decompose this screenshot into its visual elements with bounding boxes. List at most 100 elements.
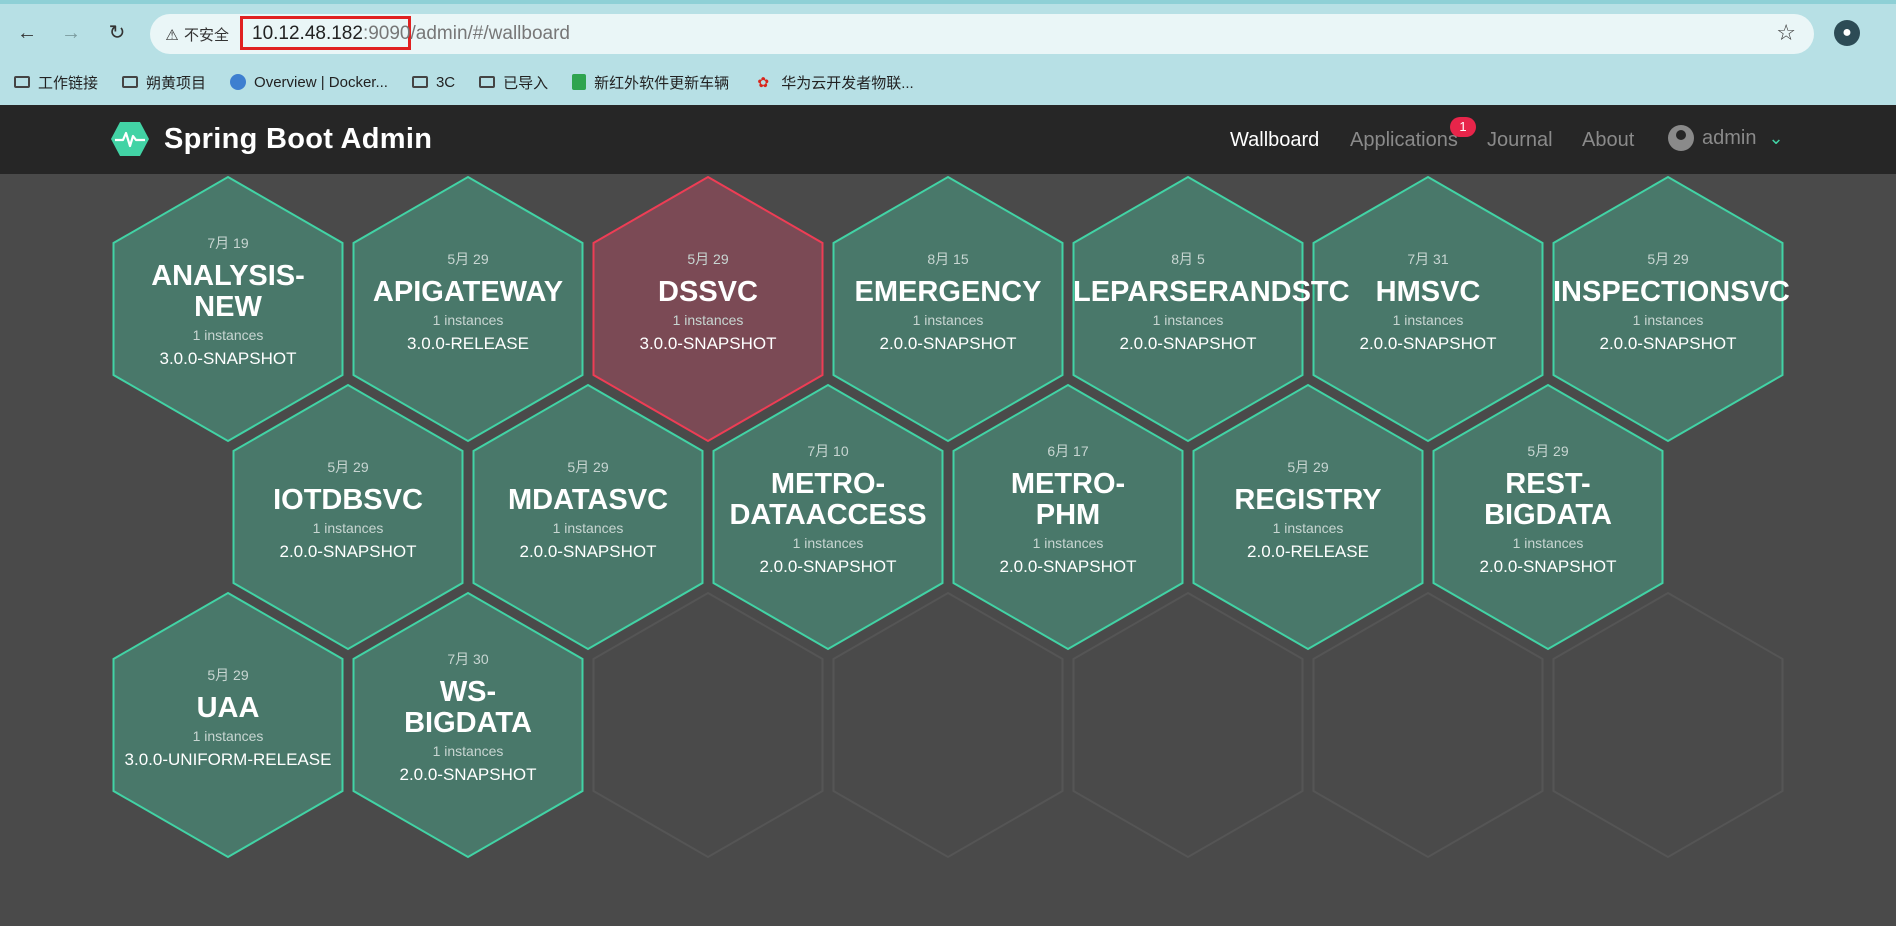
application-version: 2.0.0-SNAPSHOT bbox=[1479, 557, 1617, 576]
bookmark-item[interactable]: 新红外软件更新车辆 bbox=[572, 70, 729, 94]
application-date: 5月 29 bbox=[1527, 443, 1569, 459]
application-instances: 1 instances bbox=[432, 743, 504, 759]
application-instances: 1 instances bbox=[792, 535, 864, 551]
application-name: WS- BIGDATA bbox=[404, 676, 532, 739]
nav-journal[interactable]: Journal bbox=[1487, 129, 1553, 152]
application-instances: 1 instances bbox=[1512, 535, 1584, 551]
application-name: REGISTRY bbox=[1234, 484, 1382, 516]
security-label: 不安全 bbox=[184, 27, 230, 44]
application-instances: 1 instances bbox=[1032, 535, 1104, 551]
bookmark-label: 华为云开发者物联... bbox=[781, 74, 914, 92]
application-card[interactable]: 7月 31 HMSVC 1 instances 2.0.0-SNAPSHOT bbox=[1313, 249, 1543, 354]
application-card[interactable]: 7月 10 METRO- DATAACCESS 1 instances 2.0.0-S… bbox=[713, 441, 943, 577]
reload-icon[interactable]: ↻ bbox=[106, 22, 128, 44]
profile-avatar-icon[interactable]: ● bbox=[1834, 20, 1860, 46]
application-instances: 1 instances bbox=[912, 312, 984, 328]
application-date: 5月 29 bbox=[1287, 459, 1329, 475]
folder-icon bbox=[411, 76, 428, 88]
empty-hex bbox=[592, 591, 824, 859]
application-card[interactable]: 5月 29 DSSVC 1 instances 3.0.0-SNAPSHOT bbox=[593, 249, 823, 354]
application-version: 3.0.0-RELEASE bbox=[407, 334, 529, 353]
browser-chrome: ← → ↻ ⚠ 不安全 10.12.48.182:9090/admin/#/wal… bbox=[0, 0, 1896, 105]
forward-icon[interactable]: → bbox=[60, 22, 82, 44]
application-name: REST- BIGDATA bbox=[1484, 468, 1612, 531]
application-date: 5月 29 bbox=[687, 251, 729, 267]
application-version: 2.0.0-SNAPSHOT bbox=[399, 765, 537, 784]
application-date: 8月 15 bbox=[927, 251, 969, 267]
bookmark-item[interactable]: 朔黄项目 bbox=[122, 70, 206, 94]
application-instances: 1 instances bbox=[1272, 520, 1344, 536]
application-version: 3.0.0-SNAPSHOT bbox=[159, 349, 297, 368]
empty-hex bbox=[1312, 591, 1544, 859]
bookmark-label: Overview | Docker... bbox=[254, 73, 388, 91]
application-name: UAA bbox=[196, 692, 260, 724]
application-instances: 1 instances bbox=[1392, 312, 1464, 328]
application-date: 5月 29 bbox=[1647, 251, 1689, 267]
application-date: 7月 19 bbox=[207, 235, 249, 251]
application-version: 3.0.0-SNAPSHOT bbox=[639, 334, 777, 353]
application-instances: 1 instances bbox=[312, 520, 384, 536]
bookmark-item[interactable]: 工作链接 bbox=[14, 70, 98, 94]
application-date: 7月 30 bbox=[447, 651, 489, 667]
application-instances: 1 instances bbox=[1632, 312, 1704, 328]
application-name: DSSVC bbox=[658, 276, 758, 308]
application-name: EMERGENCY bbox=[854, 276, 1042, 308]
folder-icon bbox=[479, 76, 496, 88]
application-version: 3.0.0-UNIFORM-RELEASE bbox=[124, 750, 332, 769]
bookmark-item[interactable]: ✿ 华为云开发者物联... bbox=[753, 70, 914, 94]
application-card[interactable]: 5月 29 MDATASVC 1 instances 2.0.0-SNAPSHOT bbox=[473, 457, 703, 562]
application-name: APIGATEWAY bbox=[372, 276, 564, 308]
application-name: METRO- PHM bbox=[1010, 468, 1126, 531]
folder-icon bbox=[14, 76, 30, 88]
security-indicator[interactable]: ⚠ 不安全 bbox=[164, 24, 229, 45]
application-card[interactable]: 5月 29 INSPECTIONSVC 1 instances 2.0.0-SNAPS… bbox=[1553, 249, 1790, 354]
url-text[interactable]: 10.12.48.182:9090/admin/#/wallboard bbox=[252, 23, 570, 45]
nav-applications[interactable]: Applications bbox=[1350, 129, 1458, 152]
application-instances: 1 instances bbox=[432, 312, 504, 328]
application-instances: 1 instances bbox=[192, 728, 264, 744]
empty-hex bbox=[1072, 591, 1304, 859]
application-card[interactable]: 5月 29 REGISTRY 1 instances 2.0.0-RELEASE bbox=[1193, 457, 1423, 562]
application-card[interactable]: 8月 15 EMERGENCY 1 instances 2.0.0-SNAPSHOT bbox=[833, 249, 1063, 354]
application-card[interactable]: 7月 19 ANALYSIS- NEW 1 instances 3.0.0-SNAPS… bbox=[113, 233, 343, 369]
application-card[interactable]: 7月 30 WS- BIGDATA 1 instances 2.0.0-SNAPSHO… bbox=[353, 649, 583, 785]
application-name: INSPECTIONSVC bbox=[1553, 276, 1790, 308]
url-host: 10.12.48.182 bbox=[252, 23, 363, 44]
bookmark-item[interactable]: Overview | Docker... bbox=[230, 70, 388, 94]
url-path: :9090/admin/#/wallboard bbox=[362, 23, 570, 44]
application-instances: 1 instances bbox=[672, 312, 744, 328]
folder-icon bbox=[122, 76, 139, 88]
bookmark-item[interactable]: 3C bbox=[411, 70, 455, 94]
nav-wallboard[interactable]: Wallboard bbox=[1230, 129, 1319, 152]
application-card[interactable]: 8月 5 LEPARSERANDSTC 1 instances 2.0.0-SNAPS… bbox=[1073, 249, 1350, 354]
app-title: Spring Boot Admin bbox=[164, 122, 433, 155]
application-date: 5月 29 bbox=[567, 459, 609, 475]
application-name: LEPARSERANDSTC bbox=[1073, 276, 1350, 308]
applications-badge: 1 bbox=[1450, 117, 1476, 137]
application-date: 5月 29 bbox=[447, 251, 489, 267]
bookmarks-bar: 工作链接 朔黄项目 Overview | Docker... 3C 已导入 新红外软件更新… bbox=[14, 70, 938, 94]
user-menu[interactable]: admin ⌄ bbox=[1668, 125, 1784, 151]
user-avatar-icon bbox=[1668, 125, 1694, 151]
warning-icon: ⚠ bbox=[165, 27, 179, 44]
application-instances: 1 instances bbox=[552, 520, 624, 536]
application-card[interactable]: 5月 29 UAA 1 instances 3.0.0-UNIFORM-RELEASE bbox=[113, 665, 343, 770]
application-card[interactable]: 6月 17 METRO- PHM 1 instances 2.0.0-SNAPSHOT bbox=[953, 441, 1183, 577]
application-card[interactable]: 5月 29 APIGATEWAY 1 instances 3.0.0-RELEASE bbox=[353, 249, 583, 354]
empty-hex bbox=[832, 591, 1064, 859]
application-card[interactable]: 5月 29 REST- BIGDATA 1 instances 2.0.0-SNAPS… bbox=[1433, 441, 1663, 577]
bookmark-label: 工作链接 bbox=[38, 74, 99, 92]
nav-about[interactable]: About bbox=[1582, 129, 1634, 152]
app-navbar: Spring Boot Admin Wallboard Applications… bbox=[0, 105, 1896, 174]
application-version: 2.0.0-SNAPSHOT bbox=[759, 557, 897, 576]
brand[interactable]: Spring Boot Admin bbox=[110, 121, 432, 157]
address-bar[interactable]: ⚠ 不安全 10.12.48.182:9090/admin/#/wallboard… bbox=[150, 14, 1814, 54]
back-icon[interactable]: ← bbox=[16, 22, 38, 44]
docker-icon bbox=[230, 74, 247, 90]
huawei-icon: ✿ bbox=[757, 74, 770, 90]
bookmark-label: 已导入 bbox=[503, 74, 549, 92]
application-date: 5月 29 bbox=[207, 667, 249, 683]
application-card[interactable]: 5月 29 IOTDBSVC 1 instances 2.0.0-SNAPSHOT bbox=[233, 457, 463, 562]
bookmark-star-icon[interactable]: ☆ bbox=[1776, 20, 1796, 46]
bookmark-item[interactable]: 已导入 bbox=[479, 70, 548, 94]
